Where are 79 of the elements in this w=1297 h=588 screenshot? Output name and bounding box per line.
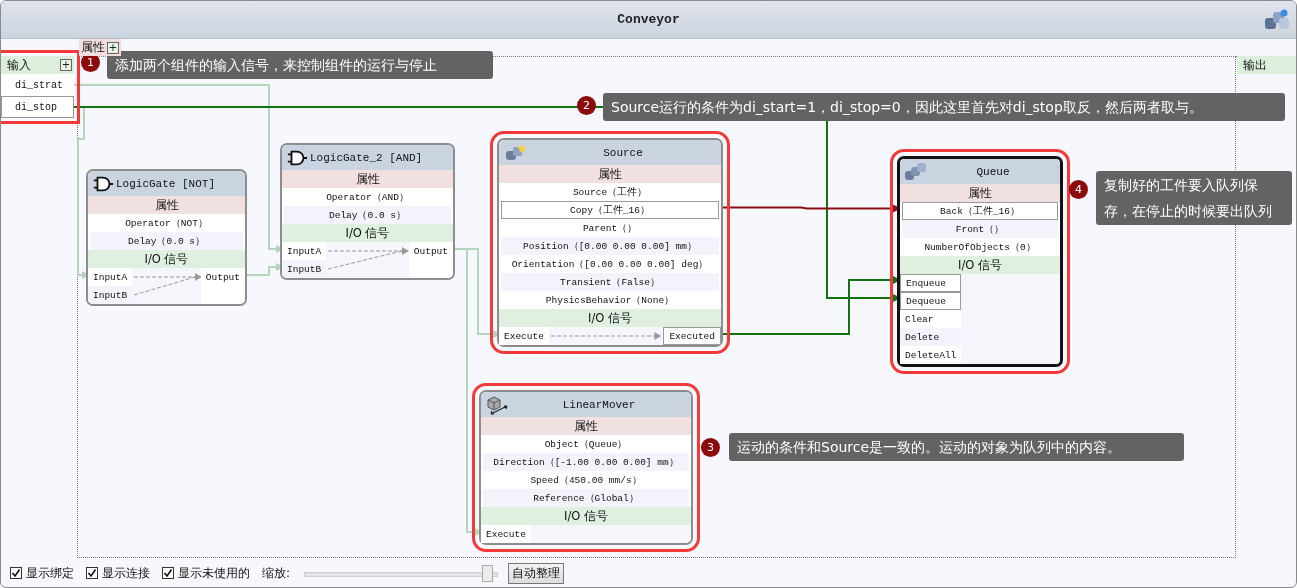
property-row[interactable]: Transient（False） — [501, 273, 719, 291]
step-badge: 2 — [577, 96, 596, 115]
node-title: LinearMover — [561, 398, 637, 411]
property-row[interactable]: Reference（Global） — [483, 489, 689, 507]
property-row[interactable]: Position（[0.00 0.00 0.00] mm） — [501, 237, 719, 255]
input-port[interactable]: InputA — [282, 242, 327, 260]
slider-thumb[interactable] — [481, 564, 493, 582]
property-row[interactable]: Delay（0.0 s） — [90, 232, 243, 250]
node-title: LogicGate [NOT] — [116, 177, 216, 190]
section-header: I/O 信号 — [900, 256, 1060, 274]
check-icon — [11, 568, 21, 578]
section-header: 属性 — [499, 165, 721, 183]
add-button[interactable]: + — [60, 59, 72, 71]
input-port[interactable]: DeleteAll — [900, 346, 962, 364]
input-port[interactable]: InputB — [282, 260, 327, 278]
property-row[interactable]: Object（Queue） — [483, 435, 689, 453]
check-icon — [87, 568, 97, 578]
cubes-icon — [503, 142, 527, 163]
section-header: I/O 信号 — [282, 224, 453, 242]
component-node[interactable]: LogicGate [NOT] 属性 Operator（NOT） Delay（0.0 s） I/O 信号 InputA InputB Output — [86, 169, 247, 306]
property-row[interactable]: Back（工件_16） — [902, 202, 1058, 220]
add-button[interactable]: + — [107, 41, 119, 54]
step-badge: 3 — [701, 438, 720, 457]
section-header: I/O 信号 — [88, 250, 245, 268]
input-port[interactable]: Delete — [900, 328, 962, 346]
input-port[interactable]: Enqueue — [900, 274, 962, 292]
panel-title: 输出 — [1243, 56, 1267, 74]
property-row[interactable]: Delay（0.0 s） — [284, 206, 451, 224]
checkbox-label[interactable]: 显示连接 — [102, 564, 150, 582]
component-node[interactable]: LogicGate_2 [AND] 属性 Operator（AND） Delay（0.0 s） I/O 信号 InputA InputB Output — [280, 143, 455, 280]
checkbox[interactable] — [162, 567, 174, 579]
property-row[interactable]: Speed（450.00 mm/s） — [483, 471, 689, 489]
checkbox-label[interactable]: 显示绑定 — [26, 564, 74, 582]
section-header: I/O 信号 — [481, 507, 691, 525]
cubes-icon — [904, 161, 928, 182]
check-icon — [163, 568, 173, 578]
property-row[interactable]: NumberOfObjects（0） — [902, 238, 1058, 256]
callout: 运动的条件和Source是一致的。运动的对象为队列中的内容。 — [729, 433, 1184, 461]
input-port[interactable]: Dequeue — [900, 292, 962, 310]
checkbox[interactable] — [10, 567, 22, 579]
property-row[interactable]: Operator（NOT） — [90, 214, 243, 232]
panel-title: 输入 — [7, 56, 31, 74]
section-header: I/O 信号 — [499, 309, 721, 327]
callout: 添加两个组件的输入信号，来控制组件的运行与停止 — [107, 51, 493, 79]
input-port[interactable]: Execute — [499, 327, 549, 345]
signal-item[interactable]: di_strat — [1, 74, 74, 96]
property-row[interactable]: Copy（工件_16） — [501, 201, 719, 219]
signal-item[interactable]: di_stop — [1, 96, 74, 118]
property-row[interactable]: PhysicsBehavior（None） — [501, 291, 719, 309]
tab-label: 属性 — [81, 39, 105, 56]
arrange-button[interactable]: 自动整理 — [508, 562, 565, 584]
cube-arrow-icon — [485, 394, 509, 415]
section-header: 属性 — [481, 417, 691, 435]
zoom-label: 缩放: — [262, 564, 291, 582]
input-port[interactable]: InputA — [88, 268, 133, 286]
zoom-slider[interactable] — [304, 564, 499, 582]
input-port[interactable]: Clear — [900, 310, 962, 328]
property-row[interactable]: Source（工件） — [501, 183, 719, 201]
section-header: 属性 — [88, 196, 245, 214]
property-row[interactable]: Orientation（[0.00 0.00 0.00] deg） — [501, 255, 719, 273]
input-port[interactable]: InputB — [88, 286, 133, 304]
checkbox-label[interactable]: 显示未使用的 — [178, 564, 250, 582]
callout: 复制好的工件要入队列保存，在停止的时候要出队列 — [1096, 171, 1292, 225]
property-row[interactable]: Operator（AND） — [284, 188, 451, 206]
property-row[interactable]: Direction（[-1.00 0.00 0.00] mm） — [483, 453, 689, 471]
section-header: 属性 — [282, 170, 453, 188]
output-port[interactable]: Executed — [663, 327, 721, 345]
node-title: LogicGate_2 [AND] — [310, 151, 423, 164]
property-row[interactable]: Front（） — [902, 220, 1058, 238]
window-title: Conveyor — [617, 12, 680, 27]
step-badge: 4 — [1069, 180, 1088, 199]
properties-tab[interactable]: 属性 + — [79, 39, 121, 56]
cubes-icon[interactable] — [1264, 8, 1290, 32]
node-title: Queue — [975, 165, 1011, 178]
callout: Source运行的条件为di_start=1，di_stop=0，因此这里首先对di_stop取反，然后两者取与。 — [603, 93, 1285, 121]
checkbox[interactable] — [86, 567, 98, 579]
section-header: 属性 — [900, 184, 1060, 202]
property-row[interactable]: Parent（） — [501, 219, 719, 237]
node-title: Source — [602, 146, 644, 159]
